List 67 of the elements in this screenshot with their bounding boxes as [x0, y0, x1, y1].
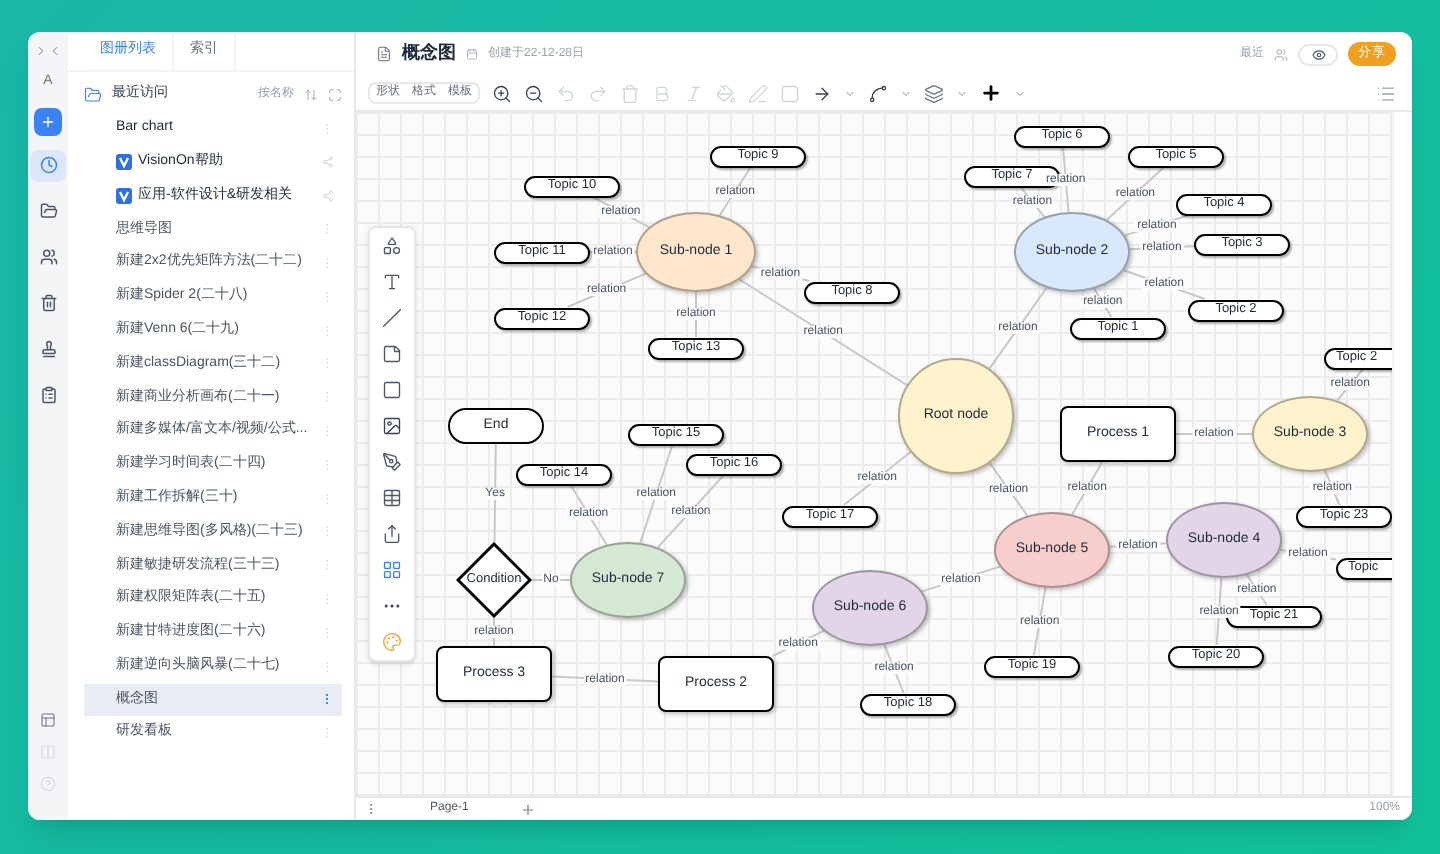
share-icon[interactable]	[322, 189, 334, 202]
waypoint-icon[interactable]	[868, 83, 888, 103]
add-page-icon[interactable]	[520, 801, 537, 817]
line-icon[interactable]	[382, 308, 402, 328]
stamp-icon	[39, 340, 57, 358]
rail-button[interactable]	[30, 149, 66, 181]
line-color-icon[interactable]	[748, 83, 768, 103]
connector-line	[1071, 461, 1104, 516]
eye-icon	[1311, 47, 1325, 61]
rectangle-icon[interactable]	[382, 380, 402, 400]
zoom-out-icon[interactable]	[524, 83, 544, 103]
outline-icon[interactable]	[1376, 83, 1396, 103]
app-logo-icon	[116, 154, 132, 171]
connector-icon[interactable]	[812, 83, 832, 103]
delete-icon[interactable]	[620, 83, 640, 103]
help-icon[interactable]	[40, 776, 56, 792]
fullscreen-icon[interactable]	[328, 88, 342, 102]
connector-line	[988, 286, 1048, 370]
fill-icon[interactable]	[716, 83, 736, 103]
shared-icon	[39, 248, 57, 266]
preview-button[interactable]	[1298, 43, 1338, 65]
folder-icon	[39, 202, 57, 220]
trash-icon	[39, 294, 57, 312]
share-icon[interactable]	[322, 156, 334, 169]
caret-icon[interactable]	[900, 87, 912, 99]
recent-icon	[39, 156, 57, 174]
undo-icon[interactable]	[556, 83, 576, 103]
connector-line	[493, 443, 497, 544]
text-icon[interactable]	[382, 272, 402, 292]
connector-line	[569, 484, 608, 546]
insert-icon[interactable]	[980, 82, 1002, 104]
document-title: 概念图	[402, 40, 456, 67]
pen-icon[interactable]	[382, 452, 402, 472]
shapes-icon[interactable]	[382, 236, 402, 256]
redo-icon[interactable]	[588, 83, 608, 103]
arrange-icon[interactable]	[924, 83, 944, 103]
connector-line	[988, 462, 1029, 517]
bold-icon[interactable]	[652, 83, 672, 103]
caret-icon[interactable]	[1014, 87, 1026, 99]
italic-icon[interactable]	[684, 83, 704, 103]
canvas[interactable]	[356, 112, 1392, 796]
document-icon[interactable]	[376, 46, 392, 62]
caret-icon[interactable]	[956, 87, 968, 99]
collapse-icon[interactable]	[48, 44, 62, 58]
connector-line	[842, 451, 912, 506]
caret-icon[interactable]	[844, 87, 856, 99]
note-icon[interactable]	[382, 344, 402, 364]
connector-line	[718, 166, 752, 217]
template-icon[interactable]	[382, 560, 402, 580]
plus-icon	[40, 113, 56, 129]
zoom-in-icon[interactable]	[492, 83, 512, 103]
clipboard-icon	[39, 386, 57, 404]
columns-icon[interactable]	[40, 744, 56, 760]
folder-icon	[84, 86, 102, 104]
calendar-icon	[466, 48, 478, 60]
border-icon[interactable]	[780, 83, 800, 103]
image-icon[interactable]	[382, 416, 402, 436]
new-button[interactable]	[34, 107, 62, 135]
expand-icon[interactable]	[34, 44, 48, 58]
panel-icon[interactable]	[40, 712, 56, 728]
connector-line	[493, 617, 495, 647]
users-icon[interactable]	[1274, 47, 1288, 61]
sort-icon[interactable]	[304, 88, 318, 102]
connector-line	[695, 291, 697, 338]
palette-icon[interactable]	[382, 632, 402, 652]
table-icon[interactable]	[382, 488, 402, 508]
app-logo-icon	[116, 187, 132, 204]
